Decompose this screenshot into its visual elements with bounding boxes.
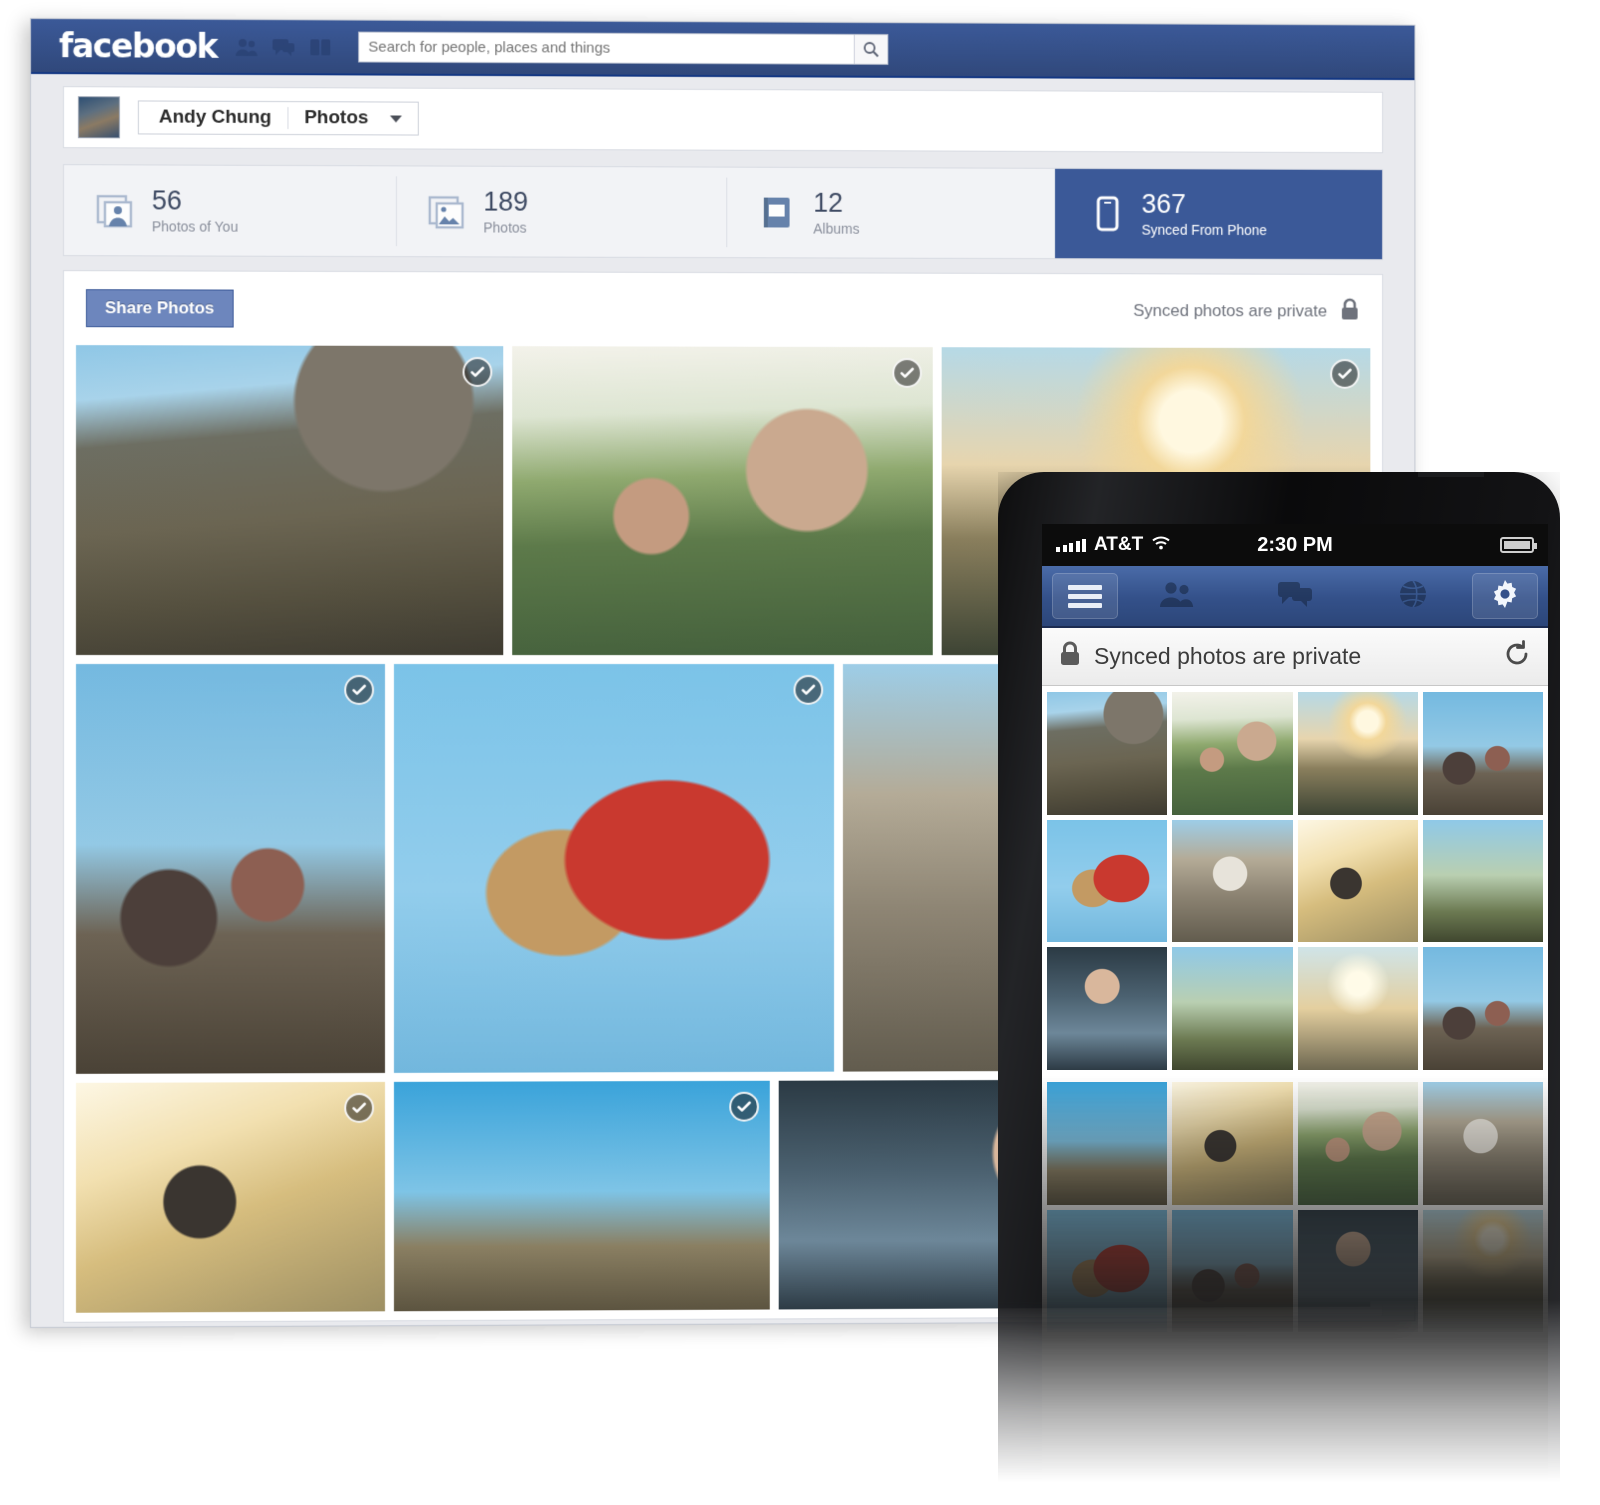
avatar[interactable] (77, 96, 120, 139)
phone-photo[interactable] (1172, 692, 1293, 815)
power-button[interactable] (1418, 465, 1484, 477)
tab-synced-from-phone[interactable]: 367 Synced From Phone (1054, 168, 1383, 260)
panel-toolbar: Share Photos Synced photos are private (64, 271, 1382, 348)
photo-camera-man[interactable] (75, 1081, 385, 1313)
friends-icon (1158, 579, 1196, 614)
phone-photo[interactable] (1172, 1209, 1293, 1333)
phone-photo[interactable] (1422, 819, 1543, 943)
phone-app-bar (1042, 566, 1548, 628)
photo-couple-selfie[interactable] (512, 346, 933, 656)
hamburger-icon (1068, 581, 1102, 612)
phone-mockup: AT&T 2:30 PM Synced photos are private (998, 465, 1560, 1482)
notifications-icon[interactable] (309, 37, 333, 57)
tab-count: 12 (813, 188, 843, 219)
phone-photo[interactable] (1047, 692, 1168, 815)
settings-button[interactable] (1472, 573, 1538, 619)
check-circle-icon[interactable] (729, 1091, 759, 1122)
photo-festival-crowd[interactable] (393, 1080, 770, 1312)
phone-icon (1086, 194, 1127, 234)
lock-icon (1058, 641, 1082, 673)
phone-photo[interactable] (1297, 1081, 1418, 1205)
phone-photo[interactable] (1047, 1081, 1168, 1205)
tab-count: 56 (151, 185, 182, 216)
phone-photo-grid (1042, 686, 1548, 1076)
check-circle-icon[interactable] (891, 358, 922, 388)
privacy-label: Synced photos are private (1094, 643, 1362, 669)
phone-photo[interactable] (1422, 1081, 1543, 1205)
profile-nav: Andy Chung Photos (137, 100, 420, 136)
phone-status-bar: AT&T 2:30 PM (1042, 524, 1548, 566)
identity-bar: Andy Chung Photos (62, 86, 1384, 154)
tab-label: Photos (483, 219, 527, 236)
messages-icon (1276, 579, 1314, 614)
tab-label: Synced From Phone (1141, 221, 1267, 238)
check-circle-icon[interactable] (793, 674, 824, 705)
chevron-down-icon[interactable] (390, 114, 403, 123)
clock: 2:30 PM (1257, 533, 1333, 556)
facebook-logo[interactable]: facebook (59, 26, 217, 66)
privacy-label: Synced photos are private (1133, 301, 1328, 321)
notifications-button[interactable] (1354, 573, 1472, 619)
photo-dog-kiss[interactable] (393, 664, 834, 1073)
phone-photo[interactable] (1297, 947, 1418, 1070)
friends-button[interactable] (1118, 573, 1236, 619)
tab-photos[interactable]: 189 Photos (396, 166, 726, 257)
phone-photo[interactable] (1172, 947, 1293, 1070)
tab-count: 189 (483, 186, 529, 218)
tab-albums[interactable]: 12 Albums (726, 168, 1055, 259)
phone-screen: AT&T 2:30 PM Synced photos are private (1042, 524, 1548, 1482)
tab-text: 12 Albums (813, 188, 860, 237)
phone-photo[interactable] (1172, 819, 1293, 943)
globe-icon (1396, 577, 1430, 616)
photo-group-portrait[interactable] (75, 664, 385, 1074)
check-circle-icon[interactable] (343, 674, 374, 705)
tab-count: 367 (1141, 189, 1186, 220)
photos-icon (428, 191, 470, 231)
user-name[interactable]: Andy Chung (143, 106, 288, 129)
messages-button[interactable] (1236, 573, 1354, 619)
top-nav-icons (235, 36, 333, 56)
photos-of-you-icon (96, 190, 138, 230)
phone-photo[interactable] (1047, 947, 1168, 1070)
tab-label: Photos of You (151, 218, 239, 235)
share-photos-button[interactable]: Share Photos (85, 289, 234, 328)
check-circle-icon[interactable] (1330, 359, 1360, 389)
phone-photo-grid-overflow (1042, 1075, 1548, 1339)
search-icon[interactable] (854, 34, 888, 64)
battery-icon (1500, 537, 1537, 553)
menu-button[interactable] (1052, 573, 1118, 619)
facebook-top-bar: facebook (30, 19, 1415, 81)
tab-text: 367 Synced From Phone (1141, 189, 1267, 238)
refresh-icon[interactable] (1502, 639, 1532, 674)
photo-cliff-hikers[interactable] (75, 345, 504, 656)
phone-privacy-bar: Synced photos are private (1042, 628, 1548, 686)
tab-text: 56 Photos of You (151, 185, 239, 235)
tab-text: 189 Photos (483, 186, 529, 236)
section-label[interactable]: Photos (288, 107, 384, 129)
phone-photo[interactable] (1172, 1081, 1293, 1205)
friends-icon[interactable] (235, 36, 259, 56)
photo-stats-tabs: 56 Photos of You 189 Photos 12 Albums 36… (62, 164, 1384, 261)
tab-photos-of-you[interactable]: 56 Photos of You (64, 165, 396, 256)
phone-photo[interactable] (1047, 1209, 1168, 1333)
privacy-notice: Synced photos are private (1133, 297, 1360, 326)
lock-icon (1339, 297, 1361, 326)
phone-body: AT&T 2:30 PM Synced photos are private (998, 465, 1560, 1482)
phone-photo[interactable] (1297, 692, 1418, 815)
albums-icon (758, 193, 800, 233)
gear-icon (1488, 577, 1522, 616)
phone-photo[interactable] (1047, 819, 1168, 943)
phone-photo[interactable] (1422, 692, 1543, 815)
phone-photo[interactable] (1422, 1209, 1543, 1333)
search-bar[interactable] (358, 31, 889, 65)
check-circle-icon[interactable] (462, 357, 493, 387)
phone-photo[interactable] (1422, 947, 1543, 1070)
phone-photo[interactable] (1297, 819, 1418, 943)
screenshot-canvas: facebook Search for people, places and t… (0, 0, 1600, 1505)
search-input[interactable] (359, 32, 855, 64)
phone-photo[interactable] (1297, 1209, 1418, 1333)
messages-icon[interactable] (272, 37, 296, 57)
tab-label: Albums (813, 220, 860, 237)
check-circle-icon[interactable] (343, 1092, 374, 1123)
